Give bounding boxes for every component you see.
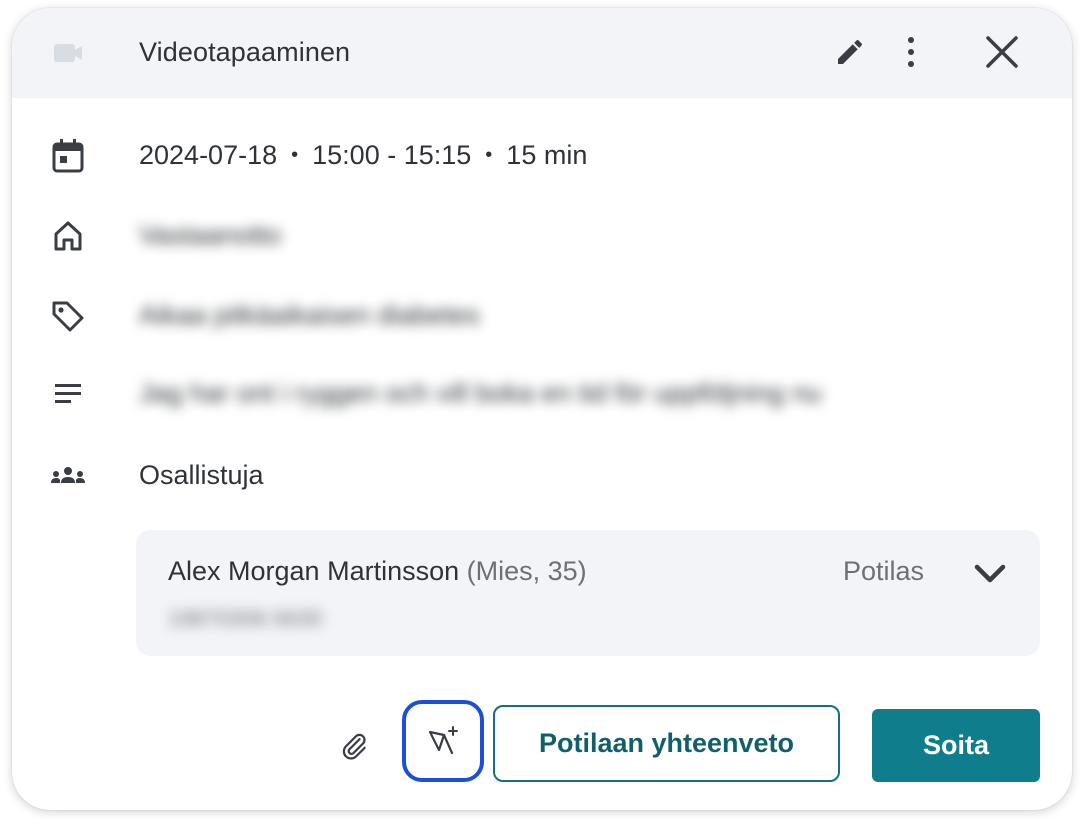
attach-button[interactable]: [334, 726, 374, 766]
edit-button[interactable]: [828, 30, 872, 74]
description-row: Jag har ont i ryggen och vill boka en ti…: [12, 362, 1072, 422]
video-camera-icon: [50, 38, 86, 68]
appointment-category: Aikaa pitkäaikaisen diabetes: [139, 300, 480, 330]
participant-role: Potilas: [843, 556, 925, 586]
appointment-time: 15:00 - 15:15: [312, 140, 472, 170]
appointment-datetime: 2024-07-18 • 15:00 - 15:15 • 15 min: [139, 140, 587, 171]
location-row: Vastaanotto: [12, 206, 1072, 266]
calendar-icon: [48, 136, 88, 176]
home-icon: [48, 216, 88, 256]
call-button[interactable]: Soita: [872, 709, 1040, 782]
close-button[interactable]: [980, 30, 1024, 74]
notes-icon: [48, 374, 88, 414]
pencil-icon: [838, 39, 863, 64]
datetime-row: 2024-07-18 • 15:00 - 15:15 • 15 min: [12, 126, 1072, 186]
expand-participant-button[interactable]: [970, 554, 1010, 594]
appointment-date: 2024-07-18: [139, 140, 278, 170]
category-row: Aikaa pitkäaikaisen diabetes: [12, 286, 1072, 346]
card-header: Videotapaaminen: [12, 8, 1072, 98]
appointment-location: Vastaanotto: [139, 220, 282, 250]
more-vertical-icon: [908, 37, 914, 67]
participants-row: Osallistuja: [12, 446, 1072, 506]
participant-card[interactable]: Alex Morgan Martinsson (Mies, 35) Potila…: [136, 530, 1040, 656]
patient-summary-button[interactable]: Potilaan yhteenveto: [493, 705, 840, 782]
participant-name: Alex Morgan Martinsson: [168, 556, 460, 586]
tag-icon: [48, 296, 88, 336]
close-icon: [986, 36, 1018, 68]
chevron-down-icon: [974, 564, 1006, 583]
sparkle-wand-icon: [428, 726, 458, 755]
group-icon: [48, 456, 88, 496]
participant-id: 19870306-5630: [168, 606, 323, 631]
participants-label: Osallistuja: [139, 460, 264, 490]
separator-dot: •: [485, 144, 493, 166]
paperclip-icon: [342, 733, 366, 760]
dialog-title: Videotapaaminen: [139, 37, 351, 67]
appointment-card: Videotapaaminen 2024-07-18 • 15:00 - 15:…: [12, 8, 1072, 810]
appointment-duration: 15 min: [506, 140, 588, 170]
separator-dot: •: [291, 144, 299, 166]
more-options-button[interactable]: [889, 30, 933, 74]
participant-detail: (Mies, 35): [466, 556, 587, 586]
participant-name-line: Alex Morgan Martinsson (Mies, 35): [168, 556, 587, 587]
appointment-description: Jag har ont i ryggen och vill boka en ti…: [139, 378, 822, 408]
ai-assistant-button[interactable]: [402, 700, 484, 782]
